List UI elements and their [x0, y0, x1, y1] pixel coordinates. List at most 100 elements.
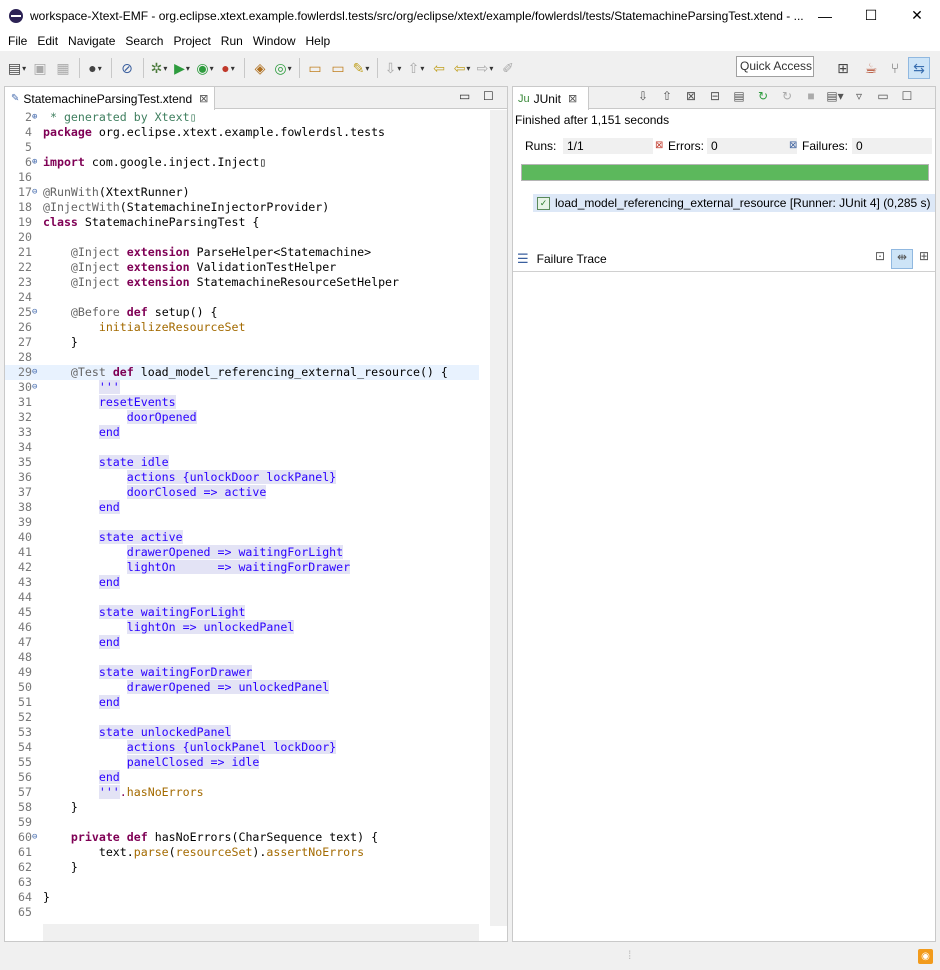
editor-tab[interactable]: ✎ StatemachineParsingTest.xtend ⊠ — [5, 87, 216, 110]
stop-icon[interactable]: ■ — [799, 89, 823, 103]
code-line[interactable]: 50 drawerOpened => unlockedPanel — [5, 680, 479, 695]
fold-toggle-icon[interactable]: ⊖ — [32, 185, 42, 200]
close-button[interactable]: ✕ — [894, 0, 940, 31]
code-line[interactable]: 28 — [5, 350, 479, 365]
code-line[interactable]: 55 panelClosed => idle — [5, 755, 479, 770]
code-line[interactable]: 62 } — [5, 860, 479, 875]
compare-result-icon[interactable]: ⊡ — [869, 249, 891, 269]
java-perspective-icon[interactable]: ☕ — [860, 57, 882, 79]
scroll-lock-icon[interactable]: ⊟ — [703, 89, 727, 103]
code-line[interactable]: 49 state waitingForDrawer — [5, 665, 479, 680]
rerun-icon[interactable]: ↻ — [751, 89, 775, 103]
code-line[interactable]: 46 lightOn => unlockedPanel — [5, 620, 479, 635]
history-icon[interactable]: ▤ — [727, 89, 751, 103]
minimize-icon[interactable]: ▭ — [871, 89, 895, 103]
close-tab-icon[interactable]: ⊠ — [568, 92, 577, 105]
code-line[interactable]: 65 — [5, 905, 479, 920]
menu-project[interactable]: Project — [168, 34, 215, 48]
code-line[interactable]: 4 package org.eclipse.xtext.example.fowle… — [5, 125, 479, 140]
code-line[interactable]: 52 — [5, 710, 479, 725]
search-icon[interactable]: ✎ ▾ — [350, 57, 372, 79]
menu-file[interactable]: File — [3, 34, 32, 48]
next-annotation-icon[interactable]: ⇩ ▾ — [382, 57, 404, 79]
code-line[interactable]: 51 end — [5, 695, 479, 710]
code-line[interactable]: 25 ⊖ @Before def setup() { — [5, 305, 479, 320]
debug-icon[interactable]: ✲ ▾ — [148, 57, 170, 79]
code-line[interactable]: 22 @Inject extension ValidationTestHelpe… — [5, 260, 479, 275]
code-line[interactable]: 19 class StatemachineParsingTest { — [5, 215, 479, 230]
code-line[interactable]: 64} — [5, 890, 479, 905]
code-line[interactable]: 53 state unlockedPanel — [5, 725, 479, 740]
fold-toggle-icon[interactable]: ⊖ — [32, 365, 42, 380]
save-all-icon[interactable]: ▦ — [52, 57, 74, 79]
code-line[interactable]: 42 lightOn => waitingForDrawer — [5, 560, 479, 575]
code-line[interactable]: 24 — [5, 290, 479, 305]
skip-breakpoints-icon[interactable]: ⊘ — [116, 57, 138, 79]
code-line[interactable]: 47 end — [5, 635, 479, 650]
code-line[interactable]: 32 doorOpened — [5, 410, 479, 425]
code-line[interactable]: 23 @Inject extension StatemachineResourc… — [5, 275, 479, 290]
menu-search[interactable]: Search — [120, 34, 168, 48]
menu-navigate[interactable]: Navigate — [63, 34, 120, 48]
new-package-icon[interactable]: ◈ — [249, 57, 271, 79]
code-line[interactable]: 34 — [5, 440, 479, 455]
code-line[interactable]: 33 end — [5, 425, 479, 440]
junit-tab[interactable]: Ju JUnit ⊠ — [513, 87, 589, 110]
code-line[interactable]: 17 ⊖ @RunWith(XtextRunner) — [5, 185, 479, 200]
code-line[interactable]: 29 ⊖ @Test def load_model_referencing_ext… — [5, 365, 479, 380]
rss-icon[interactable]: ◉ — [918, 949, 933, 964]
run-icon[interactable]: ▶ ▾ — [171, 57, 193, 79]
code-line[interactable]: 39 — [5, 515, 479, 530]
view-menu-icon[interactable]: ▿ — [847, 89, 871, 103]
close-tab-icon[interactable]: ⊠ — [199, 92, 208, 105]
maximize-icon[interactable]: ☐ — [483, 89, 494, 103]
back-icon[interactable]: ⇦ ▾ — [451, 57, 473, 79]
fold-toggle-icon[interactable]: ⊕ — [32, 110, 42, 125]
menu-window[interactable]: Window — [248, 34, 301, 48]
test-history-icon[interactable]: ▤▾ — [823, 89, 847, 103]
next-failure-icon[interactable]: ⇩ — [631, 89, 655, 103]
new-icon[interactable]: ▤ ▾ — [6, 57, 28, 79]
code-line[interactable]: 61 text.parse(resourceSet).assertNoError… — [5, 845, 479, 860]
new-class-icon[interactable]: ◎ ▾ — [272, 57, 294, 79]
code-line[interactable]: 16 — [5, 170, 479, 185]
minimize-button[interactable]: — — [802, 0, 848, 31]
open-perspective-icon[interactable]: ⊞ — [832, 57, 854, 79]
code-line[interactable]: 56 end — [5, 770, 479, 785]
quick-access-input[interactable]: Quick Access — [736, 56, 814, 77]
code-line[interactable]: 63 — [5, 875, 479, 890]
forward-icon[interactable]: ⇨ ▾ — [474, 57, 496, 79]
code-line[interactable]: 59 — [5, 815, 479, 830]
code-line[interactable]: 60 ⊖ private def hasNoErrors(CharSequence… — [5, 830, 479, 845]
code-line[interactable]: 37 doorClosed => active — [5, 485, 479, 500]
user-icon[interactable]: ● ▾ — [84, 57, 106, 79]
code-line[interactable]: 41 drawerOpened => waitingForLight — [5, 545, 479, 560]
code-line[interactable]: 31 resetEvents — [5, 395, 479, 410]
fold-toggle-icon[interactable]: ⊖ — [32, 830, 42, 845]
test-result-row[interactable]: ✓ load_model_referencing_external_resour… — [533, 194, 935, 212]
code-editor[interactable]: 2 ⊕ * generated by Xtext▯ 4 package org.ecl… — [5, 110, 479, 926]
code-line[interactable]: 21 @Inject extension ParseHelper<Statema… — [5, 245, 479, 260]
code-line[interactable]: 26 initializeResourceSet — [5, 320, 479, 335]
rerun-failed-icon[interactable]: ↻ — [775, 89, 799, 103]
code-line[interactable]: 6 ⊕ import com.google.inject.Inject▯ — [5, 155, 479, 170]
code-line[interactable]: 30 ⊖ ''' — [5, 380, 479, 395]
fold-toggle-icon[interactable]: ⊖ — [32, 380, 42, 395]
external-tools-icon[interactable]: ● ▾ — [217, 57, 239, 79]
code-line[interactable]: 54 actions {unlockPanel lockDoor} — [5, 740, 479, 755]
menu-edit[interactable]: Edit — [32, 34, 63, 48]
open-type-icon[interactable]: ▭ — [304, 57, 326, 79]
minimize-icon[interactable]: ▭ — [459, 89, 470, 103]
fold-toggle-icon[interactable]: ⊕ — [32, 155, 42, 170]
code-line[interactable]: 18 @InjectWith(StatemachineInjectorProvid… — [5, 200, 479, 215]
pin-editor-icon[interactable]: ✐ — [497, 57, 519, 79]
previous-annotation-icon[interactable]: ⇧ ▾ — [405, 57, 427, 79]
previous-failure-icon[interactable]: ⇧ — [655, 89, 679, 103]
maximize-icon[interactable]: ☐ — [895, 89, 919, 103]
fold-toggle-icon[interactable]: ⊖ — [32, 305, 42, 320]
last-edit-icon[interactable]: ⇦ — [428, 57, 450, 79]
coverage-icon[interactable]: ◉ ▾ — [194, 57, 216, 79]
maximize-button[interactable]: ☐ — [848, 0, 894, 31]
code-line[interactable]: 35 state idle — [5, 455, 479, 470]
git-perspective-icon[interactable]: ⑂ — [884, 57, 906, 79]
